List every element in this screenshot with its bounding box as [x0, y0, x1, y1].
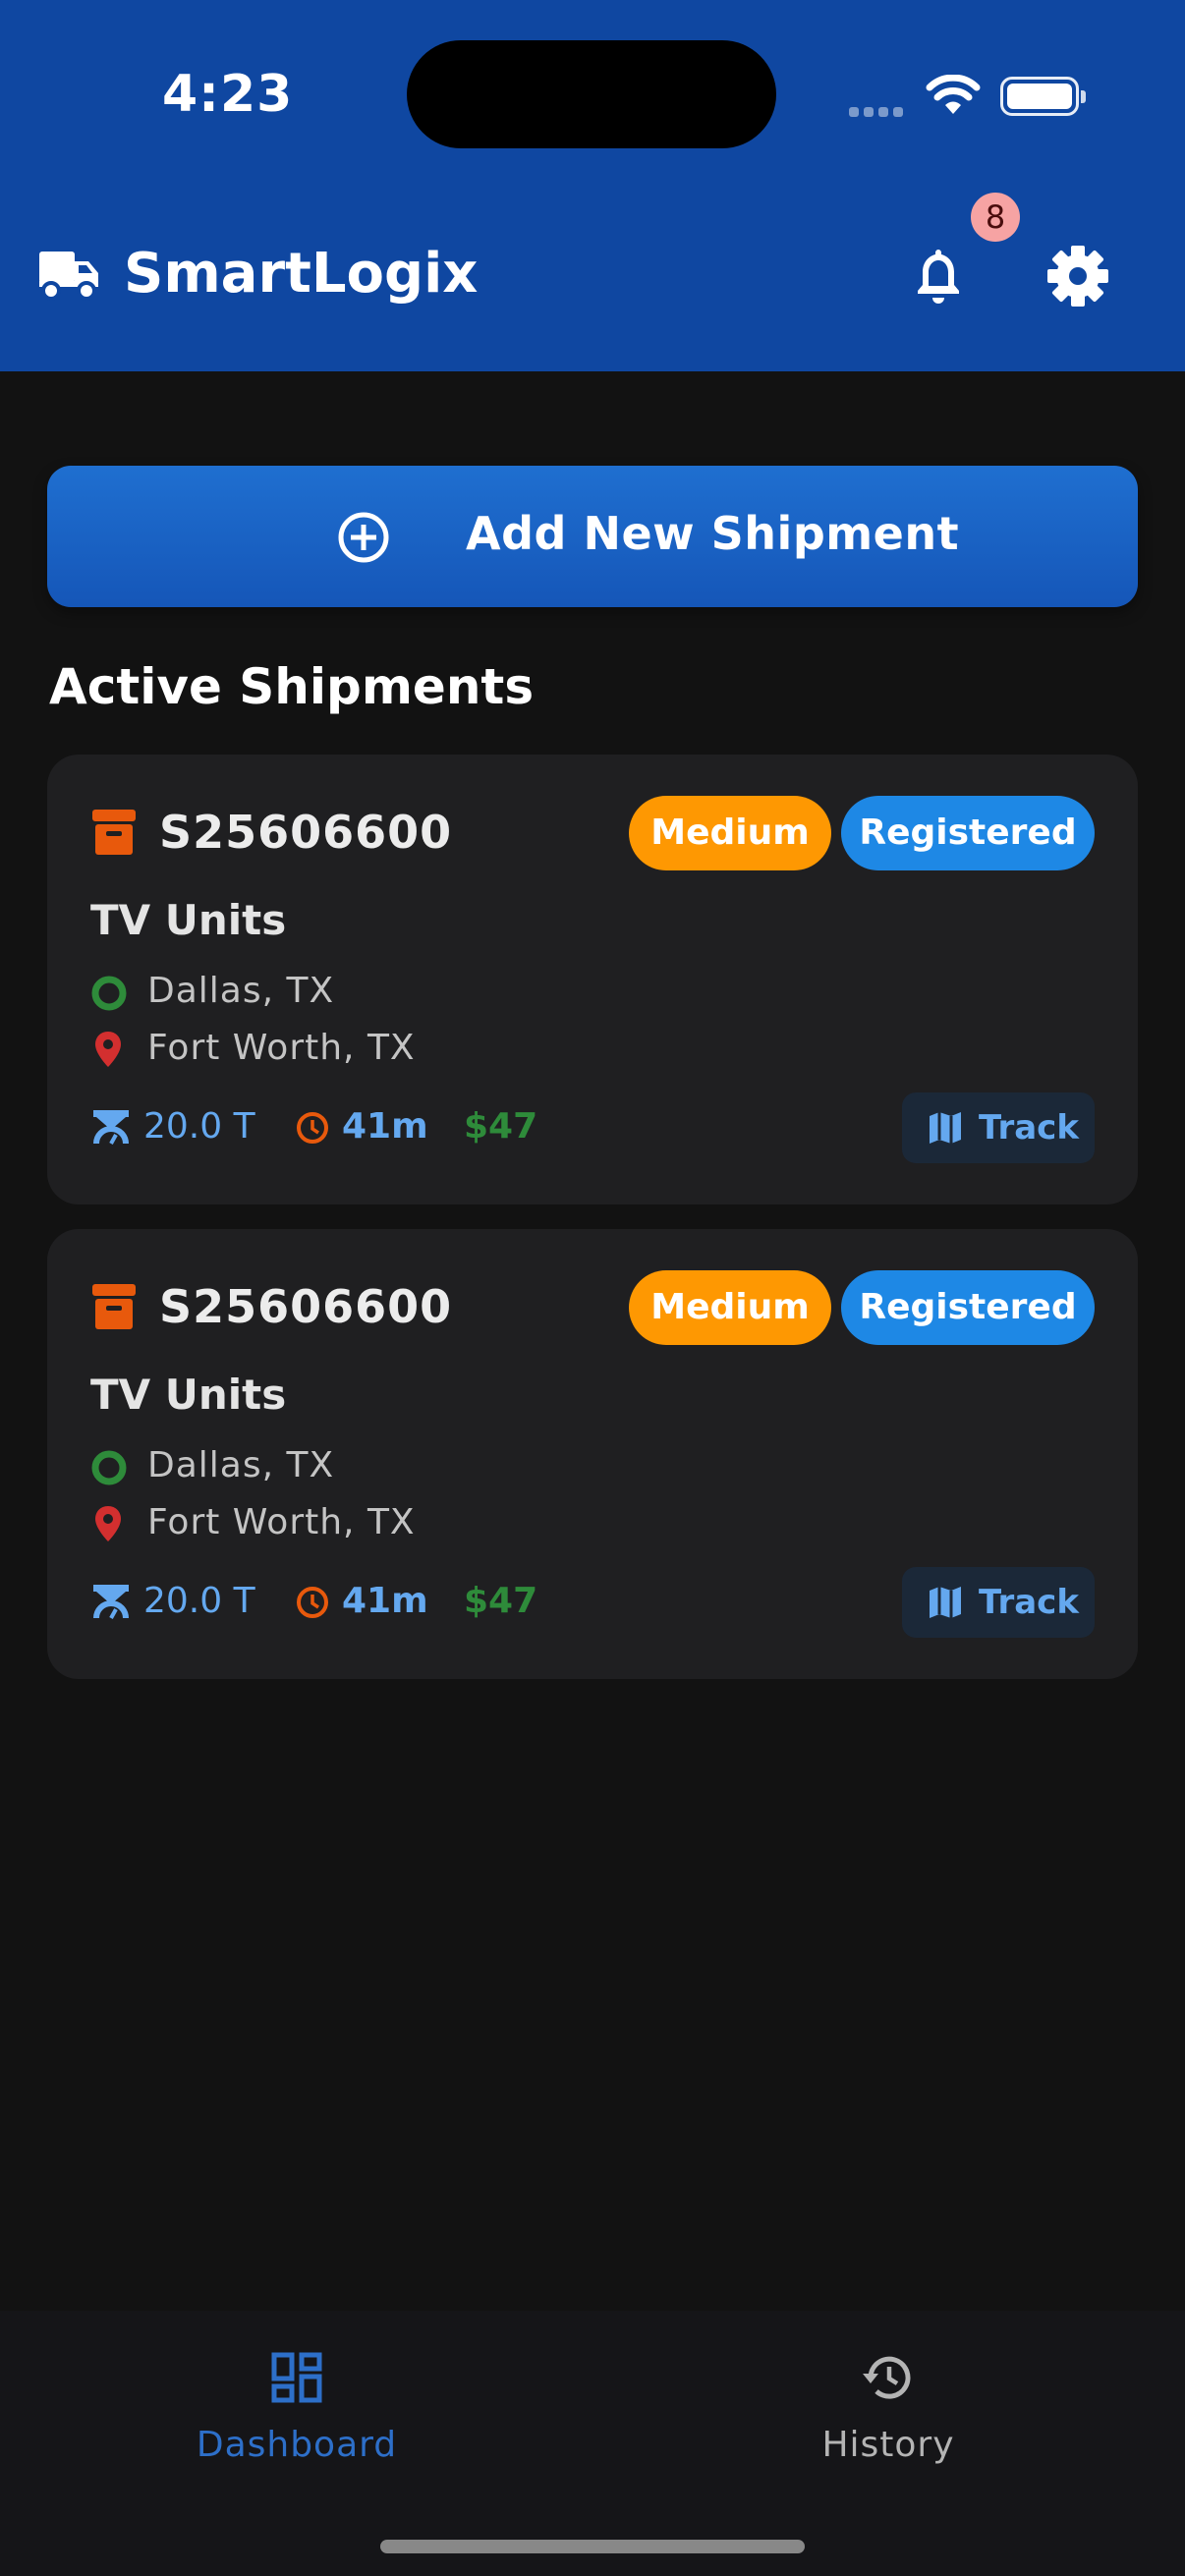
wifi-icon	[926, 75, 981, 114]
nav-item-dashboard[interactable]: Dashboard	[149, 2350, 444, 2468]
shipment-eta: 41m	[342, 1106, 428, 1147]
map-icon	[930, 1587, 961, 1618]
shipment-price: $47	[464, 1581, 538, 1621]
section-title: Active Shipments	[49, 658, 535, 715]
bottom-navigation: Dashboard History	[0, 2311, 1185, 2576]
add-circle-icon	[338, 512, 389, 563]
clock-icon	[297, 1112, 328, 1144]
cellular-signal-icon	[849, 102, 908, 121]
bell-icon[interactable]	[906, 244, 971, 308]
origin-location: Dallas, TX	[147, 971, 335, 1011]
track-button[interactable]: Track	[902, 1567, 1095, 1638]
origin-circle-icon	[91, 1450, 127, 1485]
priority-badge: Medium	[629, 796, 831, 870]
add-new-shipment-label: Add New Shipment	[466, 507, 960, 560]
home-indicator	[380, 2540, 805, 2553]
track-button-label: Track	[979, 1108, 1079, 1148]
clock-icon	[297, 1587, 328, 1618]
weight-scale-icon	[93, 1110, 129, 1145]
priority-badge: Medium	[629, 1270, 831, 1345]
dashboard-icon	[271, 2352, 322, 2403]
nav-label-dashboard: Dashboard	[196, 2425, 398, 2465]
notification-count-badge: 8	[971, 193, 1020, 242]
cargo-name: TV Units	[90, 1371, 287, 1419]
track-button-label: Track	[979, 1583, 1079, 1622]
location-pin-icon	[95, 1032, 121, 1067]
nav-item-history[interactable]: History	[741, 2350, 1036, 2468]
status-bar-time: 4:23	[162, 65, 294, 124]
dynamic-island	[407, 40, 776, 148]
destination-location: Fort Worth, TX	[147, 1028, 416, 1068]
app-header: 4:23 SmartLogix 8	[0, 0, 1185, 371]
destination-location: Fort Worth, TX	[147, 1502, 416, 1542]
package-icon	[92, 810, 136, 855]
gear-icon[interactable]	[1045, 244, 1110, 308]
shipment-eta: 41m	[342, 1581, 428, 1621]
origin-location: Dallas, TX	[147, 1445, 335, 1485]
battery-icon	[1000, 77, 1086, 116]
shipment-id: S25606600	[159, 806, 453, 859]
shipment-card[interactable]: S25606600 Medium Registered TV Units Dal…	[47, 1229, 1138, 1679]
history-icon	[863, 2356, 911, 2399]
shipment-weight: 20.0 T	[143, 1106, 255, 1147]
nav-label-history: History	[821, 2425, 955, 2465]
shipment-weight: 20.0 T	[143, 1581, 255, 1621]
truck-icon	[39, 252, 98, 301]
cargo-name: TV Units	[90, 896, 287, 944]
map-icon	[930, 1112, 961, 1144]
app-title: SmartLogix	[124, 242, 479, 306]
status-badge: Registered	[841, 1270, 1095, 1345]
shipment-id: S25606600	[159, 1280, 453, 1333]
weight-scale-icon	[93, 1585, 129, 1619]
location-pin-icon	[95, 1506, 121, 1541]
shipment-price: $47	[464, 1106, 538, 1147]
origin-circle-icon	[91, 976, 127, 1011]
package-icon	[92, 1284, 136, 1329]
add-new-shipment-button[interactable]: Add New Shipment	[47, 466, 1138, 607]
track-button[interactable]: Track	[902, 1092, 1095, 1163]
shipment-card[interactable]: S25606600 Medium Registered TV Units Dal…	[47, 755, 1138, 1204]
status-badge: Registered	[841, 796, 1095, 870]
